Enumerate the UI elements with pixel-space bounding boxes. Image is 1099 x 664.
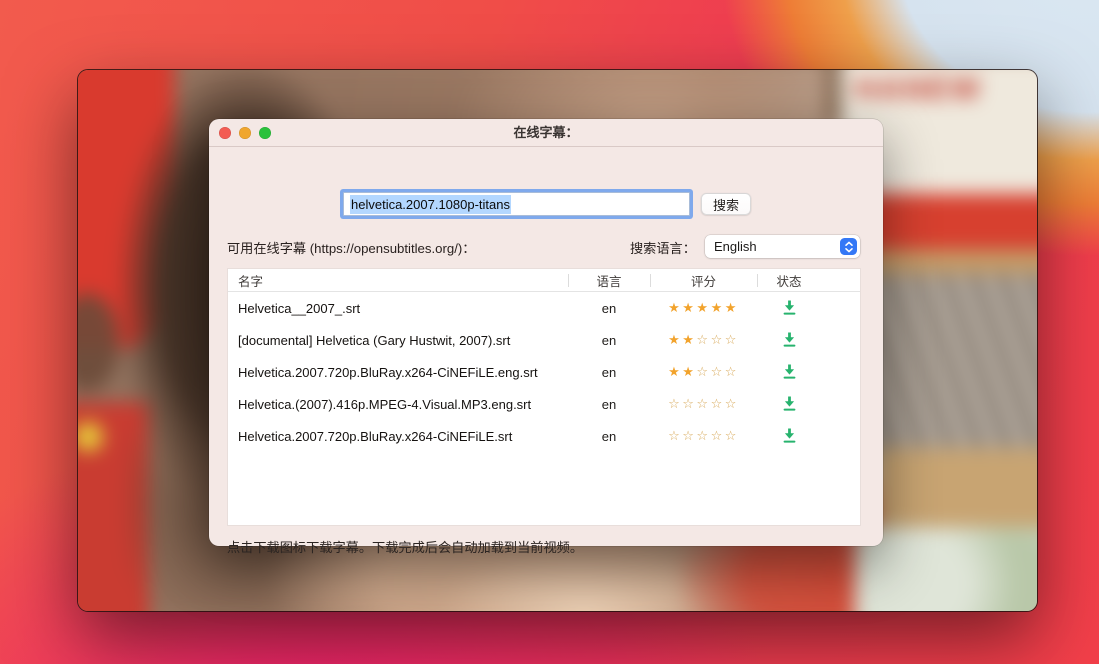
download-button[interactable] [778,394,801,414]
language-select-value: English [714,239,757,254]
star-empty-icon: ☆ [710,332,725,347]
dialog-content: helvetica.2007.1080p-titans 搜索 可用在线字幕 (h… [209,146,883,555]
table-row[interactable]: Helvetica.2007.720p.BluRay.x264-CiNEFiLE… [228,420,860,452]
minimize-button[interactable] [239,127,251,139]
close-button[interactable] [219,127,231,139]
online-subtitles-dialog: 在线字幕： helvetica.2007.1080p-titans 搜索 可用在… [209,119,883,555]
star-empty-icon: ☆ [668,428,683,443]
table-row[interactable]: [documental] Helvetica (Gary Hustwit, 20… [228,324,860,356]
star-filled-icon: ★ [710,300,725,315]
rating-stars: ★★☆☆☆ [650,364,757,380]
star-empty-icon: ☆ [724,428,739,443]
table-row[interactable]: Helvetica.2007.720p.BluRay.x264-CiNEFiLE… [228,356,860,388]
desktop-wallpaper: HANEW 在线字幕： helvetica.2007.1080p-titans … [0,0,1099,664]
table-row[interactable]: Helvetica.(2007).416p.MPEG-4.Visual.MP3.… [228,388,860,420]
status-cell [757,298,821,319]
traffic-lights [219,127,271,139]
table-body: Helvetica__2007_.srt en ★★★★★ [documental] … [228,292,860,452]
star-filled-icon: ★ [682,332,697,347]
table-header: 名字 语言 评分 状态 [228,269,860,292]
rating-stars: ☆☆☆☆☆ [650,428,757,444]
rating-stars: ☆☆☆☆☆ [650,396,757,412]
star-empty-icon: ☆ [682,428,697,443]
subtitle-language: en [601,428,617,444]
video-sign-text: HANEW [854,72,982,107]
available-subtitles-label: 可用在线字幕 (https://opensubtitles.org/)： [227,241,476,256]
star-filled-icon: ★ [668,332,683,347]
dialog-titlebar[interactable]: 在线字幕： [209,119,883,147]
star-filled-icon: ★ [682,364,697,379]
subtitle-filename: Helvetica.2007.720p.BluRay.x264-CiNEFiLE… [238,364,538,380]
star-filled-icon: ★ [696,300,711,315]
star-empty-icon: ☆ [668,396,683,411]
status-cell [757,330,821,351]
subtitle-language: en [601,332,617,348]
column-header-language[interactable]: 语言 [568,271,650,290]
footer-hint: 点击下载图标下载字幕。下载完成后会自动加载到当前视频。 [227,540,584,555]
column-header-name[interactable]: 名字 [228,271,568,290]
search-query-selected-text: helvetica.2007.1080p-titans [350,194,512,214]
table-row[interactable]: Helvetica__2007_.srt en ★★★★★ [228,292,860,324]
status-cell [757,362,821,383]
star-filled-icon: ★ [682,300,697,315]
star-empty-icon: ☆ [724,332,739,347]
star-empty-icon: ☆ [724,396,739,411]
search-language-label: 搜索语言： [630,241,696,256]
search-button[interactable]: 搜索 [701,193,751,215]
language-select[interactable]: English [705,235,860,258]
search-input[interactable]: helvetica.2007.1080p-titans [343,192,690,216]
select-stepper-icon [840,238,857,255]
star-filled-icon: ★ [668,300,683,315]
subtitle-language: en [601,396,617,412]
star-filled-icon: ★ [668,364,683,379]
star-empty-icon: ☆ [710,428,725,443]
subtitle-filename: Helvetica.(2007).416p.MPEG-4.Visual.MP3.… [238,396,532,412]
column-header-status[interactable]: 状态 [757,271,821,290]
status-cell [757,394,821,415]
status-cell [757,426,821,447]
star-empty-icon: ☆ [724,364,739,379]
star-empty-icon: ☆ [696,332,711,347]
star-empty-icon: ☆ [710,396,725,411]
star-empty-icon: ☆ [682,396,697,411]
star-empty-icon: ☆ [710,364,725,379]
subtitles-table: 名字 语言 评分 状态 Helvetica__2007_.srt en ★★★★★[… [227,268,861,526]
download-button[interactable] [778,330,801,350]
dialog-title: 在线字幕： [513,125,579,140]
star-empty-icon: ☆ [696,428,711,443]
rating-stars: ★★☆☆☆ [650,332,757,348]
subtitle-language: en [601,364,617,380]
subtitle-filename: [documental] Helvetica (Gary Hustwit, 20… [238,332,511,348]
star-filled-icon: ★ [724,300,739,315]
download-button[interactable] [778,426,801,446]
subtitle-filename: Helvetica.2007.720p.BluRay.x264-CiNEFiLE… [238,428,513,444]
subtitle-language: en [601,300,617,316]
subtitle-filename: Helvetica__2007_.srt [238,300,361,316]
download-button[interactable] [778,298,801,318]
rating-stars: ★★★★★ [650,300,757,316]
column-header-rating[interactable]: 评分 [650,271,757,290]
star-empty-icon: ☆ [696,364,711,379]
star-empty-icon: ☆ [696,396,711,411]
download-button[interactable] [778,362,801,382]
zoom-button[interactable] [259,127,271,139]
